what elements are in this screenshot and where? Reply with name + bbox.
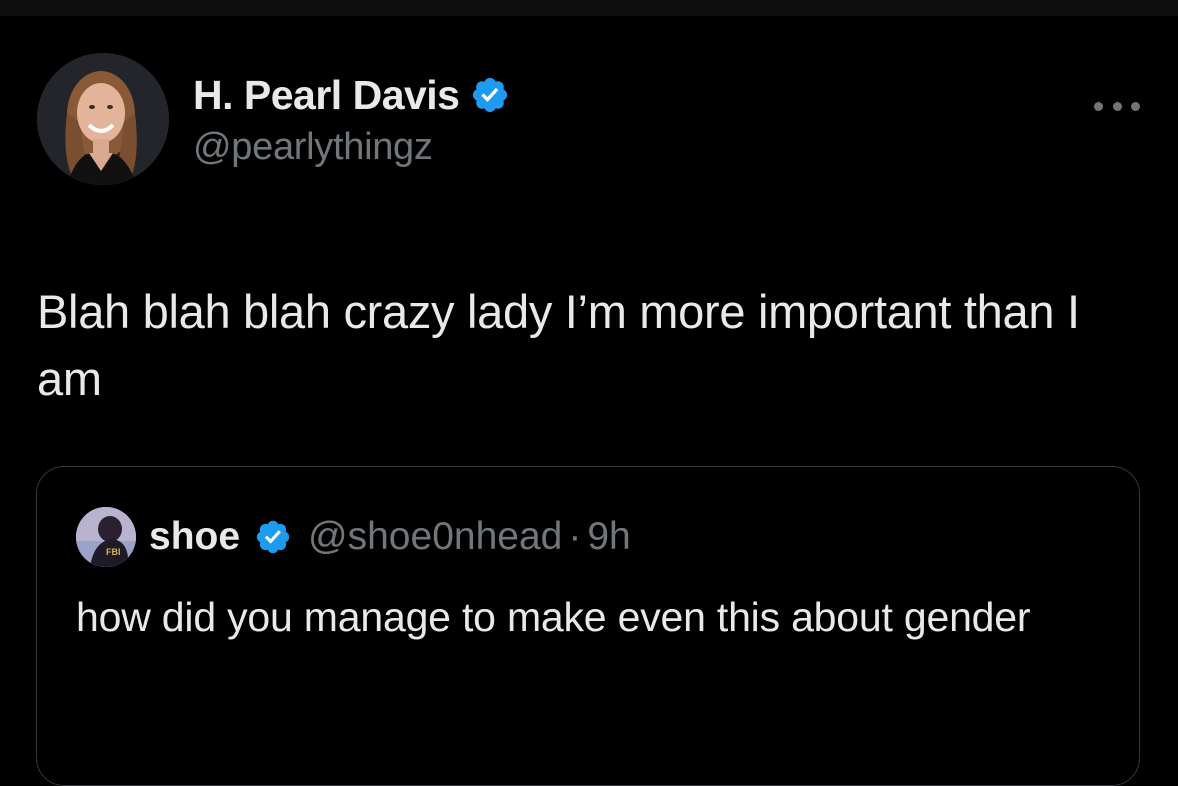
quoted-author-avatar[interactable]: FBI	[76, 507, 136, 567]
svg-text:FBI: FBI	[106, 547, 121, 557]
tweet[interactable]: H. Pearl Davis @pearlythingz Blah blah b…	[0, 16, 1178, 786]
author-row: H. Pearl Davis	[193, 70, 510, 120]
quoted-author-handle[interactable]: @shoe0nhead	[308, 515, 562, 559]
separator-dot: ·	[568, 515, 582, 558]
verified-badge-icon	[256, 520, 290, 554]
quoted-tweet-text: how did you manage to make even this abo…	[76, 594, 1031, 640]
top-bar	[0, 0, 1178, 16]
more-options-button[interactable]	[1094, 94, 1140, 118]
more-dot-icon	[1112, 101, 1122, 111]
quoted-author-display-name[interactable]: shoe	[149, 515, 240, 559]
more-dot-icon	[1131, 101, 1140, 111]
quoted-timestamp[interactable]: 9h	[587, 515, 630, 559]
profile-photo-icon: FBI	[76, 507, 136, 567]
verified-badge-icon	[472, 77, 507, 113]
more-dot-icon	[1094, 101, 1103, 111]
author-handle[interactable]: @pearlythingz	[193, 126, 433, 169]
author-display-name[interactable]: H. Pearl Davis	[193, 72, 460, 119]
quoted-author-row: shoe @shoe0nhead · 9h	[149, 513, 631, 561]
author-avatar[interactable]	[37, 53, 169, 185]
tweet-text: Blah blah blah crazy lady I’m more impor…	[37, 285, 1080, 405]
profile-photo-icon	[37, 53, 169, 185]
quoted-tweet[interactable]: FBI shoe @shoe0nhead · 9h how did you ma…	[36, 466, 1140, 786]
